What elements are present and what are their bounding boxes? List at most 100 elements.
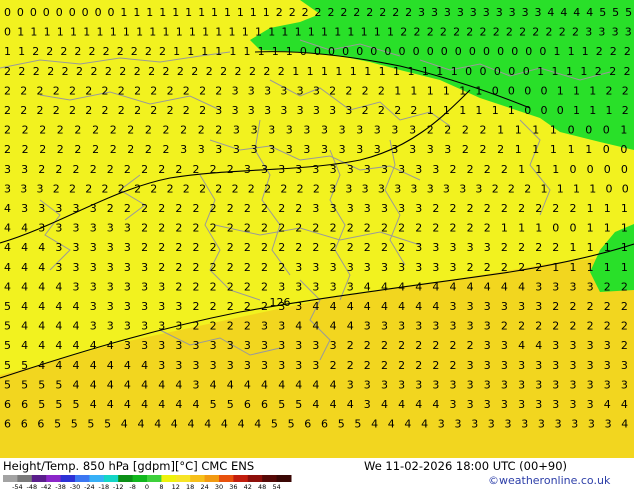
grid-value: 2 [175, 280, 182, 293]
grid-value: 5 [104, 418, 111, 431]
grid-value: 2 [91, 65, 98, 78]
grid-value: 3 [518, 398, 525, 411]
grid-value: 2 [145, 45, 152, 58]
grid-value: 3 [605, 418, 612, 431]
valid-time: We 11-02-2026 18:00 UTC (00+90) [364, 459, 568, 473]
grid-value: 3 [484, 320, 491, 333]
color-scale-swatch [190, 475, 206, 482]
grid-value: 2 [244, 241, 251, 254]
grid-value: 1 [272, 45, 279, 58]
grid-value: 3 [278, 359, 285, 372]
grid-value: 3 [418, 6, 425, 19]
grid-value: 4 [432, 398, 439, 411]
grid-value: 1 [361, 26, 368, 39]
grid-value: 2 [215, 84, 222, 97]
grid-value: 2 [535, 241, 542, 254]
color-scale-swatch [75, 475, 90, 482]
grid-value: 3 [244, 339, 251, 352]
grid-value: 0 [541, 84, 548, 97]
grid-value: 2 [353, 6, 360, 19]
grid-value: 1 [136, 26, 143, 39]
grid-value: 2 [131, 45, 138, 58]
grid-value: 4 [175, 378, 182, 391]
grid-value: 2 [227, 202, 234, 215]
grid-value: 5 [295, 398, 302, 411]
grid-value: 2 [621, 320, 628, 333]
grid-value: 2 [501, 241, 508, 254]
color-scale-swatch [175, 475, 191, 482]
grid-value: 1 [475, 104, 482, 117]
grid-value: 0 [300, 45, 307, 58]
weather-map: 126 000000000111111111111222222222223333… [0, 0, 634, 458]
grid-value: 0 [56, 6, 63, 19]
grid-value: 4 [388, 418, 395, 431]
grid-value: 1 [573, 104, 580, 117]
grid-value: 3 [278, 280, 285, 293]
grid-value: 2 [313, 182, 320, 195]
grid-value: 0 [370, 45, 377, 58]
grid-value: 1 [393, 65, 400, 78]
grid-value: 3 [364, 398, 371, 411]
grid-value: 1 [163, 26, 170, 39]
grid-value: 3 [432, 261, 439, 274]
grid-value: 4 [573, 6, 580, 19]
grid-value: 3 [330, 163, 337, 176]
grid-value: 2 [18, 65, 25, 78]
grid-value: 1 [552, 65, 559, 78]
grid-value: 3 [467, 378, 474, 391]
grid-value: 1 [537, 65, 544, 78]
grid-value: 4 [432, 280, 439, 293]
credit-link[interactable]: ©weatheronline.co.uk [488, 474, 610, 487]
grid-value: 2 [484, 261, 491, 274]
grid-value: 3 [215, 104, 222, 117]
grid-value: 2 [110, 143, 117, 156]
grid-value: 2 [62, 65, 69, 78]
grid-value: 2 [227, 222, 234, 235]
grid-value: 2 [53, 182, 60, 195]
grid-value: 3 [484, 359, 491, 372]
grid-value: 2 [193, 261, 200, 274]
grid-value: 5 [271, 418, 278, 431]
grid-value: 3 [345, 104, 352, 117]
grid-value: 3 [215, 143, 222, 156]
grid-value: 2 [340, 6, 347, 19]
grid-value: 2 [4, 84, 11, 97]
grid-value: 4 [21, 222, 28, 235]
grid-value: 1 [250, 6, 257, 19]
grid-value: 3 [409, 124, 416, 137]
grid-value: 2 [450, 359, 457, 372]
grid-value: 4 [244, 378, 251, 391]
grid-value: 2 [432, 202, 439, 215]
grid-value: 0 [494, 65, 501, 78]
grid-value: 3 [90, 222, 97, 235]
grid-value: 1 [568, 45, 575, 58]
grid-value: 5 [288, 418, 295, 431]
grid-value: 1 [281, 26, 288, 39]
grid-value: 2 [450, 202, 457, 215]
grid-value: 3 [571, 418, 578, 431]
grid-value: 2 [328, 6, 335, 19]
grid-value: 3 [484, 378, 491, 391]
grid-value: 2 [462, 124, 469, 137]
grid-value: 5 [55, 378, 62, 391]
grid-value: 2 [622, 84, 629, 97]
grid-value: 5 [278, 398, 285, 411]
grid-value: 0 [356, 45, 363, 58]
grid-value: 3 [330, 339, 337, 352]
color-scale-label: 30 [215, 483, 223, 490]
grid-value: 3 [364, 320, 371, 333]
grid-value: 3 [193, 359, 200, 372]
grid-value: 2 [624, 45, 631, 58]
grid-value: 1 [159, 6, 166, 19]
grid-value: 0 [587, 163, 594, 176]
grid-value: 3 [364, 163, 371, 176]
grid-value: 2 [398, 359, 405, 372]
grid-value: 2 [484, 222, 491, 235]
grid-value: 3 [415, 378, 422, 391]
grid-value: 4 [21, 280, 28, 293]
grid-value: 1 [176, 26, 183, 39]
grid-value: 4 [467, 280, 474, 293]
grid-value: 2 [276, 6, 283, 19]
grid-value: 3 [158, 359, 165, 372]
grid-value: 2 [53, 104, 60, 117]
